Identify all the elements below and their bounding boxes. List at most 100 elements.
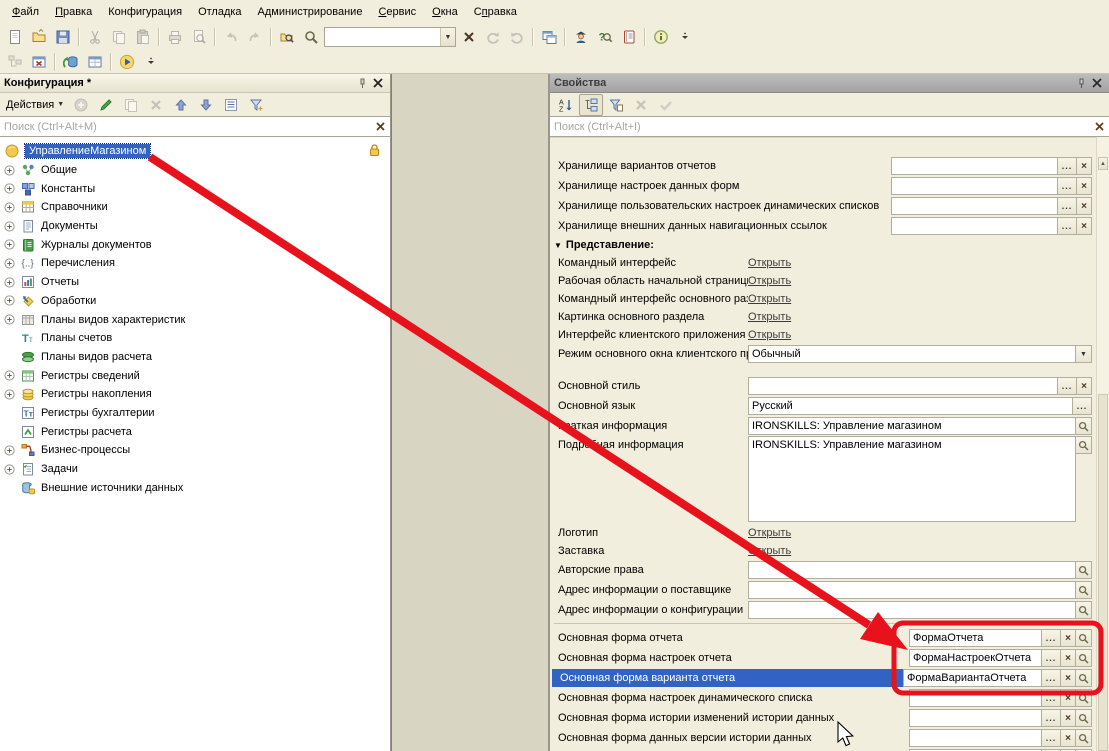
value-field[interactable] — [909, 689, 1042, 707]
clear-button[interactable]: × — [1077, 377, 1092, 395]
pin-icon[interactable] — [354, 76, 370, 91]
window-close-button[interactable] — [27, 51, 51, 73]
run-debug-button[interactable] — [115, 51, 139, 73]
menu-item-3[interactable]: Отладка — [190, 2, 249, 22]
help-search-button[interactable]: ? — [593, 26, 617, 48]
value-field[interactable]: ФормаОтчета — [909, 629, 1042, 647]
filter-props-button[interactable] — [604, 94, 628, 116]
move-up-button[interactable] — [169, 94, 193, 116]
tree-item[interactable]: Регистры накопления — [0, 385, 390, 404]
value-field[interactable] — [748, 601, 1076, 619]
clear-button[interactable]: × — [1061, 709, 1076, 727]
value-field[interactable] — [909, 709, 1042, 727]
tree-search-input[interactable] — [0, 121, 372, 133]
value-field[interactable] — [891, 217, 1058, 235]
menu-item-2[interactable]: Конфигурация — [100, 2, 190, 22]
sort-az-button[interactable]: AZ — [554, 94, 578, 116]
new-document-button[interactable] — [3, 26, 27, 48]
db-update-button[interactable] — [59, 51, 83, 73]
expand-icon[interactable] — [4, 239, 15, 250]
tree-item[interactable]: Документы — [0, 217, 390, 236]
syntax-book-button[interactable] — [617, 26, 641, 48]
scroll-up-icon[interactable]: ▲ — [1098, 157, 1108, 170]
menu-item-4[interactable]: Администрирование — [250, 2, 371, 22]
choose-button[interactable]: ... — [1042, 689, 1061, 707]
categories-view-button[interactable] — [579, 94, 603, 116]
expand-icon[interactable] — [4, 464, 15, 475]
expand-icon[interactable] — [4, 389, 15, 400]
value-field[interactable] — [748, 377, 1058, 395]
combo-dropdown-icon[interactable]: ▼ — [1076, 345, 1092, 363]
edit-button[interactable] — [94, 94, 118, 116]
value-field[interactable]: ФормаНастроекОтчета — [909, 649, 1042, 667]
clear-button[interactable]: × — [1077, 177, 1092, 195]
tree-item[interactable]: Общие — [0, 161, 390, 180]
value-field[interactable] — [891, 157, 1058, 175]
expand-icon[interactable] — [4, 370, 15, 381]
expand-icon[interactable] — [4, 314, 15, 325]
choose-button[interactable]: ... — [1073, 397, 1092, 415]
tree-item[interactable]: Регистры расчета — [0, 422, 390, 441]
value-field[interactable]: ФормаВариантаОтчета — [903, 669, 1042, 687]
choose-button[interactable]: ... — [1042, 709, 1061, 727]
magnifier-button[interactable] — [1076, 729, 1092, 747]
clear-button[interactable]: × — [1077, 217, 1092, 235]
clear-button[interactable]: × — [1061, 629, 1076, 647]
magnifier-button[interactable] — [1076, 669, 1092, 687]
choose-button[interactable]: ... — [1042, 649, 1061, 667]
combo-dropdown-icon[interactable]: ▼ — [440, 28, 455, 46]
value-field[interactable] — [748, 581, 1076, 599]
more-button[interactable] — [139, 51, 163, 73]
clear-button[interactable]: × — [1061, 669, 1076, 687]
magnifier-button[interactable] — [1076, 417, 1092, 435]
tree-item[interactable]: {..} Перечисления — [0, 254, 390, 273]
filter-button[interactable] — [244, 94, 268, 116]
tree-item[interactable]: Регистры сведений — [0, 366, 390, 385]
choose-button[interactable]: ... — [1042, 629, 1061, 647]
menu-item-6[interactable]: Окна — [424, 2, 466, 22]
expand-icon[interactable] — [4, 221, 15, 232]
clear-button[interactable]: × — [1061, 689, 1076, 707]
expand-icon[interactable] — [4, 165, 15, 176]
clear-button[interactable]: × — [1061, 649, 1076, 667]
vertical-scrollbar[interactable]: ▲ — [1096, 137, 1109, 751]
magnifier-button[interactable] — [1076, 649, 1092, 667]
open-link[interactable]: Открыть — [748, 329, 791, 341]
magnifier-button[interactable] — [1076, 601, 1092, 619]
properties-search-input[interactable] — [550, 121, 1091, 133]
open-link[interactable]: Открыть — [748, 311, 791, 323]
open-link[interactable]: Открыть — [748, 527, 791, 539]
find-in-files-button[interactable] — [275, 26, 299, 48]
pin-icon[interactable] — [1073, 76, 1089, 91]
tree-item[interactable]: Бизнес-процессы — [0, 441, 390, 460]
magnifier-button[interactable] — [1076, 561, 1092, 579]
tree-item[interactable]: Отчеты — [0, 273, 390, 292]
expand-icon[interactable] — [4, 183, 15, 194]
more-button[interactable] — [673, 26, 697, 48]
magnifier-button[interactable] — [1076, 629, 1092, 647]
expand-icon[interactable] — [4, 277, 15, 288]
menu-item-5[interactable]: Сервис — [370, 2, 424, 22]
open-link[interactable]: Открыть — [748, 257, 791, 269]
move-down-button[interactable] — [194, 94, 218, 116]
collapse-triangle-icon[interactable]: ▼ — [554, 241, 562, 250]
global-search-input[interactable] — [325, 29, 440, 45]
tree-item[interactable]: Планы видов характеристик — [0, 310, 390, 329]
choose-button[interactable]: ... — [1058, 177, 1077, 195]
actions-menu[interactable]: Действия — [4, 99, 56, 111]
close-icon[interactable] — [370, 76, 386, 91]
tree-item[interactable]: Задачи — [0, 460, 390, 479]
clear-button[interactable]: × — [1077, 197, 1092, 215]
syntax-assistant-button[interactable] — [569, 26, 593, 48]
expand-icon[interactable] — [4, 258, 15, 269]
choose-button[interactable]: ... — [1058, 157, 1077, 175]
clear-search-icon[interactable] — [372, 119, 388, 135]
info-button[interactable] — [649, 26, 673, 48]
open-link[interactable]: Открыть — [748, 275, 791, 287]
open-link[interactable]: Открыть — [748, 293, 791, 305]
open-button[interactable] — [27, 26, 51, 48]
value-field[interactable] — [891, 177, 1058, 195]
tree-item[interactable]: Справочники — [0, 198, 390, 217]
combo-value[interactable]: Обычный — [748, 345, 1076, 363]
exchange-window-button[interactable] — [83, 51, 107, 73]
